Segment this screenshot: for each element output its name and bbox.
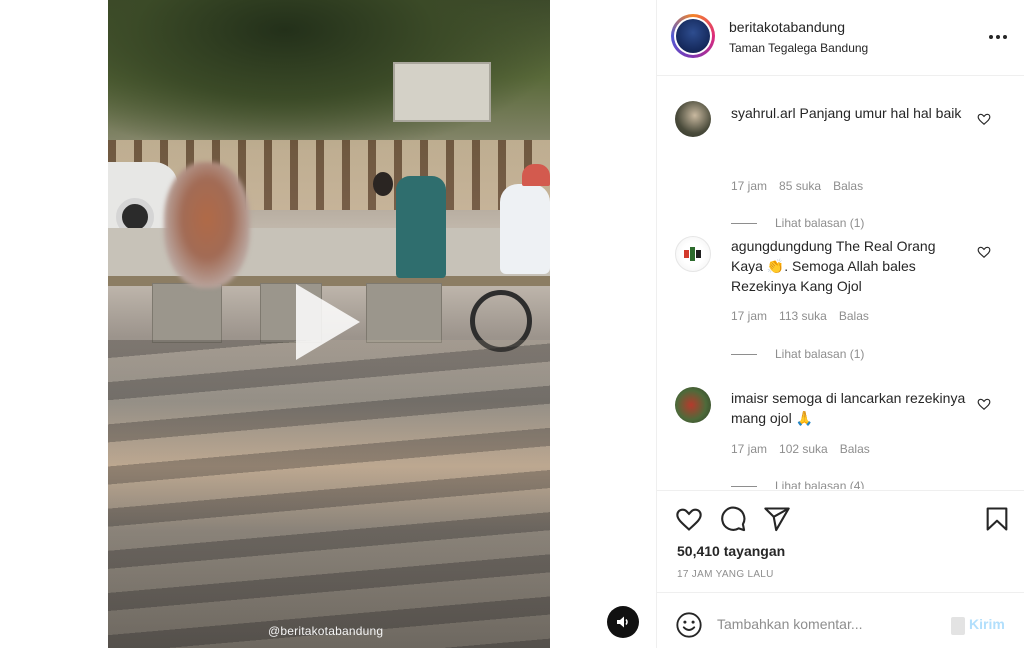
comment-avatar[interactable]	[675, 236, 711, 272]
post-actions: 50,410 tayangan 17 JAM YANG LALU	[657, 490, 1024, 590]
comment-icon[interactable]	[719, 505, 747, 533]
comment-reply-button[interactable]: Balas	[833, 179, 863, 193]
video-scene-rider	[500, 184, 550, 274]
avatar-image	[676, 19, 710, 53]
comment-time: 17 jam	[731, 179, 768, 193]
comment-username[interactable]: syahrul.arl	[731, 105, 796, 121]
comment-likes[interactable]: 113 suka	[779, 309, 827, 323]
view-replies-button[interactable]: Lihat balasan (1)	[731, 347, 864, 361]
comment-heart-icon[interactable]	[977, 112, 991, 126]
comment-time: 17 jam	[731, 309, 768, 323]
more-icon[interactable]	[987, 26, 1009, 48]
video-scene-shadows	[108, 340, 550, 648]
post-comment-button[interactable]: Kirim	[969, 616, 1005, 632]
comment-time: 17 jam	[731, 442, 768, 456]
view-replies-label: Lihat balasan (4)	[775, 479, 865, 489]
comment-body: agungdungdung The Real Orang Kaya 👏. Sem…	[731, 236, 967, 296]
comment-reply-button[interactable]: Balas	[840, 442, 870, 456]
video-scene-rider-cap	[522, 164, 550, 186]
post-timestamp[interactable]: 17 JAM YANG LALU	[677, 569, 774, 580]
add-comment-bar: Kirim	[657, 592, 1024, 648]
comment-heart-icon[interactable]	[977, 245, 991, 259]
comment-input[interactable]	[717, 608, 937, 640]
speaker-icon	[617, 616, 628, 628]
emoji-icon[interactable]	[675, 611, 703, 639]
view-count[interactable]: 50,410 tayangan	[677, 543, 785, 559]
video-scene-sign	[393, 62, 491, 122]
video-scene-block	[152, 283, 222, 343]
comment-heart-icon[interactable]	[977, 397, 991, 411]
comment-avatar[interactable]	[675, 101, 711, 137]
comment-likes[interactable]: 85 suka	[779, 179, 821, 193]
more-dot	[989, 35, 993, 39]
comment-meta: 17 jam 113 suka Balas	[731, 309, 869, 323]
post-username[interactable]: beritakotabandung	[729, 19, 845, 35]
video-scene-person-head	[373, 172, 393, 196]
video-watermark: @beritakotabandung	[268, 624, 384, 638]
avatar[interactable]	[671, 14, 715, 58]
post-location[interactable]: Taman Tegalega Bandung	[729, 41, 868, 55]
replies-divider	[731, 485, 757, 487]
view-replies-label: Lihat balasan (1)	[775, 216, 865, 230]
comment-username[interactable]: imaisr	[731, 390, 768, 406]
comment-body: syahrul.arl Panjang umur hal hal baik	[731, 103, 967, 123]
avatar-emblem-icon	[684, 247, 701, 261]
bookmark-icon[interactable]	[983, 505, 1011, 533]
replies-divider	[731, 353, 757, 355]
media-area: @beritakotabandung	[0, 0, 656, 648]
share-icon[interactable]	[763, 505, 791, 533]
sound-toggle-button[interactable]	[607, 606, 639, 638]
comment-reply-button[interactable]: Balas	[839, 309, 869, 323]
view-replies-button[interactable]: Lihat balasan (1)	[731, 216, 864, 230]
heart-icon[interactable]	[675, 505, 703, 533]
comments-list[interactable]: syahrul.arl Panjang umur hal hal baik 17…	[657, 77, 1024, 489]
comment-username[interactable]: agungdungdung	[731, 238, 832, 254]
avatar-frame	[674, 17, 712, 55]
post-header: beritakotabandung Taman Tegalega Bandung	[657, 0, 1024, 76]
comment-text: Panjang umur hal hal baik	[799, 105, 962, 121]
video-scene-person	[396, 176, 446, 278]
play-icon[interactable]	[296, 284, 360, 360]
more-dot	[996, 35, 1000, 39]
view-replies-button[interactable]: Lihat balasan (4)	[731, 479, 864, 489]
comment-meta: 17 jam 102 suka Balas	[731, 442, 870, 456]
comment-meta: 17 jam 85 suka Balas	[731, 179, 863, 193]
replies-divider	[731, 222, 757, 224]
more-dot	[1003, 35, 1007, 39]
video-scene-block	[366, 283, 442, 343]
comment-avatar[interactable]	[675, 387, 711, 423]
comment-body: imaisr semoga di lancarkan rezekinya man…	[731, 388, 967, 428]
comment-likes[interactable]: 102 suka	[779, 442, 828, 456]
video-player[interactable]: @beritakotabandung	[108, 0, 550, 648]
post-panel: beritakotabandung Taman Tegalega Bandung…	[656, 0, 1024, 648]
view-replies-label: Lihat balasan (1)	[775, 347, 865, 361]
resize-handle-icon	[951, 617, 965, 635]
video-scene-blurred-person	[164, 162, 250, 288]
